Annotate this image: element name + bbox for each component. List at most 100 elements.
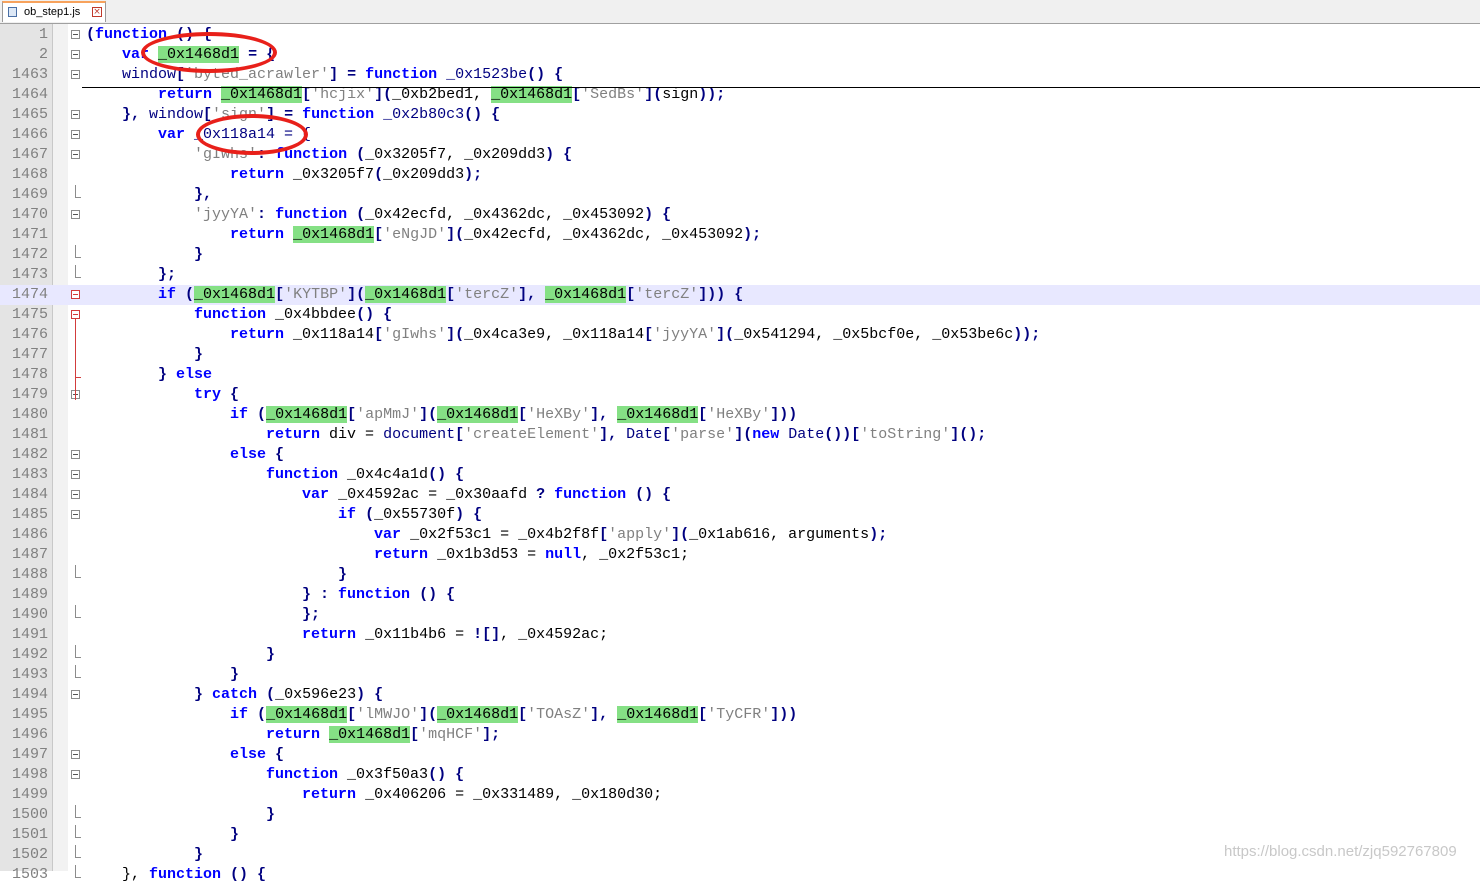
code-text: } : function () { xyxy=(86,585,455,605)
keyword-token: return xyxy=(302,626,357,643)
code-line[interactable]: 1491 return _0x11b4b6 = ![], _0x4592ac; xyxy=(0,625,1480,645)
code-line[interactable]: 1494 } catch (_0x596e23) { xyxy=(0,685,1480,705)
collapse-fold-icon[interactable] xyxy=(71,290,80,299)
code-line[interactable]: 1497 else { xyxy=(0,745,1480,765)
string-token: 'lMWJO' xyxy=(356,706,420,723)
code-line[interactable]: 1464 return _0x1468d1['hcjix'](_0xb2bed1… xyxy=(0,85,1480,105)
code-line[interactable]: 1475 function _0x4bbdee() { xyxy=(0,305,1480,325)
collapse-fold-icon[interactable] xyxy=(71,690,80,699)
code-line[interactable]: 1489 } : function () { xyxy=(0,585,1480,605)
code-token: _0x3f50a3 xyxy=(338,766,429,783)
code-line[interactable]: 1500 } xyxy=(0,805,1480,825)
code-line[interactable]: 1480 if (_0x1468d1['apMmJ'](_0x1468d1['H… xyxy=(0,405,1480,425)
highlighted-identifier: _0x1468d1 xyxy=(437,406,519,423)
line-number: 1485 xyxy=(11,506,48,523)
keyword-token: return xyxy=(266,726,321,743)
code-line[interactable]: 1484 var _0x4592ac = _0x30aafd ? functio… xyxy=(0,485,1480,505)
code-line[interactable]: 1495 if (_0x1468d1['lMWJO'](_0x1468d1['T… xyxy=(0,705,1480,725)
code-line[interactable]: 1503 }, function () { xyxy=(0,865,1480,885)
code-line[interactable]: 1498 function _0x3f50a3() { xyxy=(0,765,1480,785)
active-fold-line xyxy=(75,318,76,400)
collapse-fold-icon[interactable] xyxy=(71,470,80,479)
code-line[interactable]: 1481 return div = document['createElemen… xyxy=(0,425,1480,445)
code-token: Date xyxy=(788,426,825,443)
code-line[interactable]: 1483 function _0x4c4a1d() { xyxy=(0,465,1480,485)
code-text: }; xyxy=(86,605,320,625)
code-token: }; xyxy=(86,266,177,283)
code-line[interactable]: 1488 } xyxy=(0,565,1480,585)
code-line[interactable]: 1490 }; xyxy=(0,605,1480,625)
code-line[interactable]: 1473 }; xyxy=(0,265,1480,285)
code-line[interactable]: 1486 var _0x2f53c1 = _0x4b2f8f['apply'](… xyxy=(0,525,1480,545)
fold-end-marker xyxy=(75,605,81,618)
code-line[interactable]: 1477 } xyxy=(0,345,1480,365)
code-token: ())[ xyxy=(824,426,861,443)
code-token: () { xyxy=(626,486,672,503)
keyword-token: else xyxy=(176,366,213,383)
collapse-fold-icon[interactable] xyxy=(71,130,80,139)
code-token: [ xyxy=(374,326,384,343)
code-line[interactable]: 1487 return _0x1b3d53 = null, _0x2f53c1; xyxy=(0,545,1480,565)
code-text: try { xyxy=(86,385,239,405)
collapse-fold-icon[interactable] xyxy=(71,770,80,779)
code-editor[interactable]: 1 (function () {2 var _0x1468d1 = {1463 w… xyxy=(0,24,1480,883)
code-line[interactable]: 1496 return _0x1468d1['mqHCF']; xyxy=(0,725,1480,745)
collapse-fold-icon[interactable] xyxy=(71,490,80,499)
keyword-token: function xyxy=(275,206,348,223)
code-line[interactable]: 1499 return _0x406206 = _0x331489, _0x18… xyxy=(0,785,1480,805)
code-token: ], xyxy=(518,286,546,303)
line-number: 1469 xyxy=(11,186,48,203)
code-text: } xyxy=(86,245,203,265)
close-tab-icon[interactable]: × xyxy=(92,7,102,17)
collapse-fold-icon[interactable] xyxy=(71,70,80,79)
code-line[interactable]: 1468 return _0x3205f7(_0x209dd3); xyxy=(0,165,1480,185)
code-token: [ xyxy=(347,706,357,723)
code-token: ); xyxy=(869,526,888,543)
code-line[interactable]: 1479 try { xyxy=(0,385,1480,405)
code-line[interactable]: 1472 } xyxy=(0,245,1480,265)
line-number: 1465 xyxy=(11,106,48,123)
code-token: } xyxy=(86,346,204,363)
highlighted-identifier: _0x1468d1 xyxy=(266,706,348,723)
code-line[interactable]: 1470 'jyyYA': function (_0x42ecfd, _0x43… xyxy=(0,205,1480,225)
code-line[interactable]: 1492 } xyxy=(0,645,1480,665)
code-line[interactable]: 1482 else { xyxy=(0,445,1480,465)
file-tab[interactable]: ob_step1.js × xyxy=(2,1,106,22)
code-line[interactable]: 1476 return _0x118a14['gIwhs'](_0x4ca3e9… xyxy=(0,325,1480,345)
code-line[interactable]: 1469 }, xyxy=(0,185,1480,205)
collapse-fold-icon[interactable] xyxy=(71,150,80,159)
code-token: ], xyxy=(590,406,618,423)
code-line[interactable]: 1478 } else xyxy=(0,365,1480,385)
collapse-fold-icon[interactable] xyxy=(71,30,80,39)
collapse-fold-icon[interactable] xyxy=(71,510,80,519)
keyword-token: function xyxy=(194,306,267,323)
fold-end-marker xyxy=(75,185,81,198)
expand-fold-icon[interactable] xyxy=(71,50,80,59)
highlighted-identifier: _0x1468d1 xyxy=(194,286,276,303)
code-line[interactable]: 1493 } xyxy=(0,665,1480,685)
code-line[interactable]: 1501 } xyxy=(0,825,1480,845)
line-number: 1495 xyxy=(11,706,48,723)
collapse-fold-icon[interactable] xyxy=(71,450,80,459)
string-token: 'KYTBP' xyxy=(284,286,348,303)
code-line[interactable]: 1474 if (_0x1468d1['KYTBP'](_0x1468d1['t… xyxy=(0,285,1480,305)
code-token: [ xyxy=(644,326,654,343)
code-text: return _0x11b4b6 = ![], _0x4592ac; xyxy=(86,625,608,645)
code-token: ])) xyxy=(770,406,798,423)
code-line[interactable]: 1471 return _0x1468d1['eNgJD'](_0x42ecfd… xyxy=(0,225,1480,245)
line-number: 1475 xyxy=(11,306,48,323)
code-token: )); xyxy=(1013,326,1041,343)
code-token: ]( xyxy=(419,706,438,723)
collapse-fold-icon[interactable] xyxy=(71,210,80,219)
code-token: ]( xyxy=(446,226,465,243)
collapse-fold-icon[interactable] xyxy=(71,110,80,119)
code-token: [ xyxy=(599,526,609,543)
code-text: return div = document['createElement'], … xyxy=(86,425,986,445)
code-line[interactable]: 1485 if (_0x55730f) { xyxy=(0,505,1480,525)
collapse-fold-icon[interactable] xyxy=(71,750,80,759)
